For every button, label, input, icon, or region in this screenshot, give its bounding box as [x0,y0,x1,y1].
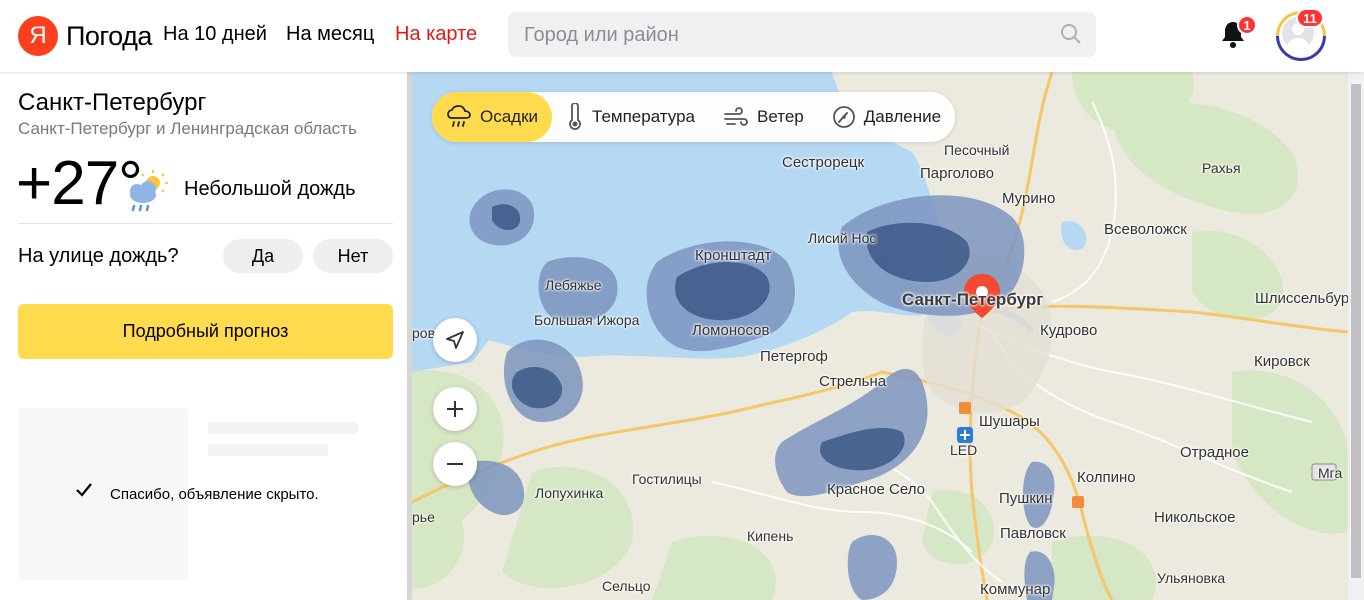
map-label-led: LED [950,442,978,458]
condition-text: Небольшой дождь [184,178,356,200]
region-link[interactable]: Санкт-Петербург и Ленинградская область [18,119,357,139]
yes-button[interactable]: Да [223,239,303,273]
notification-badge: 1 [1237,15,1257,35]
map-label-pargolovo: Парголово [920,165,995,182]
ad-faded-line [208,422,358,434]
map-label-vsevolozhsk: Всеволожск [1104,221,1187,238]
weather-map[interactable]: Санкт-Петербург Сестрорецк Песочный Парг… [412,72,1348,600]
ad-faded-line [208,444,328,456]
map-label-pavlovsk: Павловск [1000,525,1066,542]
map-label-shushary: Шушары [979,413,1040,430]
map-label-lebyazhye: Лебяжье [545,277,602,293]
rain-question: На улице дождь? [18,245,179,267]
layer-label: Осадки [480,107,539,126]
map-label-kudrovo: Кудрово [1040,322,1098,339]
nav-10-days[interactable]: На 10 дней [163,23,267,46]
map-label-lopukhinka: Лопухинка [535,485,604,501]
precipitation-icon [447,105,471,127]
logo-title: Погода [66,20,152,51]
map-label-spb: Санкт-Петербург [902,290,1044,309]
map-label-nikolskoe: Никольское [1154,509,1236,526]
layer-wind[interactable]: Ветер [709,92,818,142]
layer-label: Температура [592,107,695,126]
yandex-logo-icon: Я [18,16,58,56]
map-label-murino: Мурино [1002,190,1056,207]
map-label-ulyanovka: Ульяновка [1157,570,1226,586]
header: Я Погода На 10 дней На месяц На карте 1 … [0,0,1364,72]
map-label-lomonosov: Ломоносов [692,322,770,339]
plus-icon [447,401,463,417]
map-label-gostilitsy: Гостилицы [632,471,702,487]
thermometer-icon [569,103,581,130]
map-label-otradnoe: Отрадное [1180,444,1249,461]
map-label-kirovsk: Кировск [1254,353,1310,370]
geolocation-button[interactable] [433,318,477,362]
divider [18,223,393,224]
layer-precipitation[interactable]: Осадки [432,92,553,142]
search-box [508,12,1096,59]
wind-icon [724,107,748,126]
sun-cloud-rain-icon [130,170,168,212]
map-label-lisiy-nos: Лисий Нос [808,230,877,246]
nav-map[interactable]: На карте [395,23,477,46]
search-icon[interactable] [1060,23,1082,45]
weather-sidebar: Санкт-Петербург Санкт-Петербург и Ленинг… [0,72,407,600]
map-label-pushkin: Пушкин [999,490,1053,507]
nav-month[interactable]: На месяц [286,23,374,46]
yandex-weather-logo[interactable]: Я Погода [18,16,152,56]
scrollbar-thumb[interactable] [1351,84,1361,578]
map-label-strelna: Стрельна [819,373,887,390]
map-label-kipen: Кипень [747,528,794,544]
hidden-ad: Спасибо, объявление скрыто. [18,408,393,580]
map-label-petergof: Петергоф [760,348,828,365]
map-label-shlisselburg: Шлиссельбург [1255,290,1348,307]
ad-hidden-message: Спасибо, объявление скрыто. [110,486,319,503]
profile-badge: 11 [1296,8,1324,28]
map-label-krasnoe-selo: Красное Село [827,481,925,498]
no-button[interactable]: Нет [313,239,393,273]
map-label-edge-left-2: рье [412,509,435,525]
city-title: Санкт-Петербург [18,89,207,116]
map-label-sestroretsk: Сестрорецк [782,154,865,171]
map-label-kolpino: Колпино [1077,469,1136,486]
map-label-rakhya: Рахья [1202,160,1241,176]
map-layer-switcher: Осадки Температура Ветер Давление [432,92,956,142]
minus-icon [447,463,463,465]
locate-arrow-icon [446,331,464,349]
layer-pressure[interactable]: Давление [818,92,955,142]
map-label-mga: Мга [1318,465,1343,481]
map-label-bolshaya-izhora: Большая Ижора [534,312,640,328]
pressure-icon [832,106,855,128]
map-label-kronshtadt: Кронштадт [695,247,772,264]
layer-label: Давление [863,107,942,126]
map-label-kommunar: Коммунар [980,581,1051,598]
zoom-out-button[interactable] [433,442,477,486]
map-label-seltso: Сельцо [602,578,651,594]
layer-label: Ветер [757,107,804,126]
check-icon [76,483,92,497]
zoom-in-button[interactable] [433,387,477,431]
map-label-pesochny: Песочный [944,142,1010,158]
detailed-forecast-button[interactable]: Подробный прогноз [18,304,393,359]
search-input[interactable] [522,12,1046,59]
layer-temperature[interactable]: Температура [552,92,709,142]
